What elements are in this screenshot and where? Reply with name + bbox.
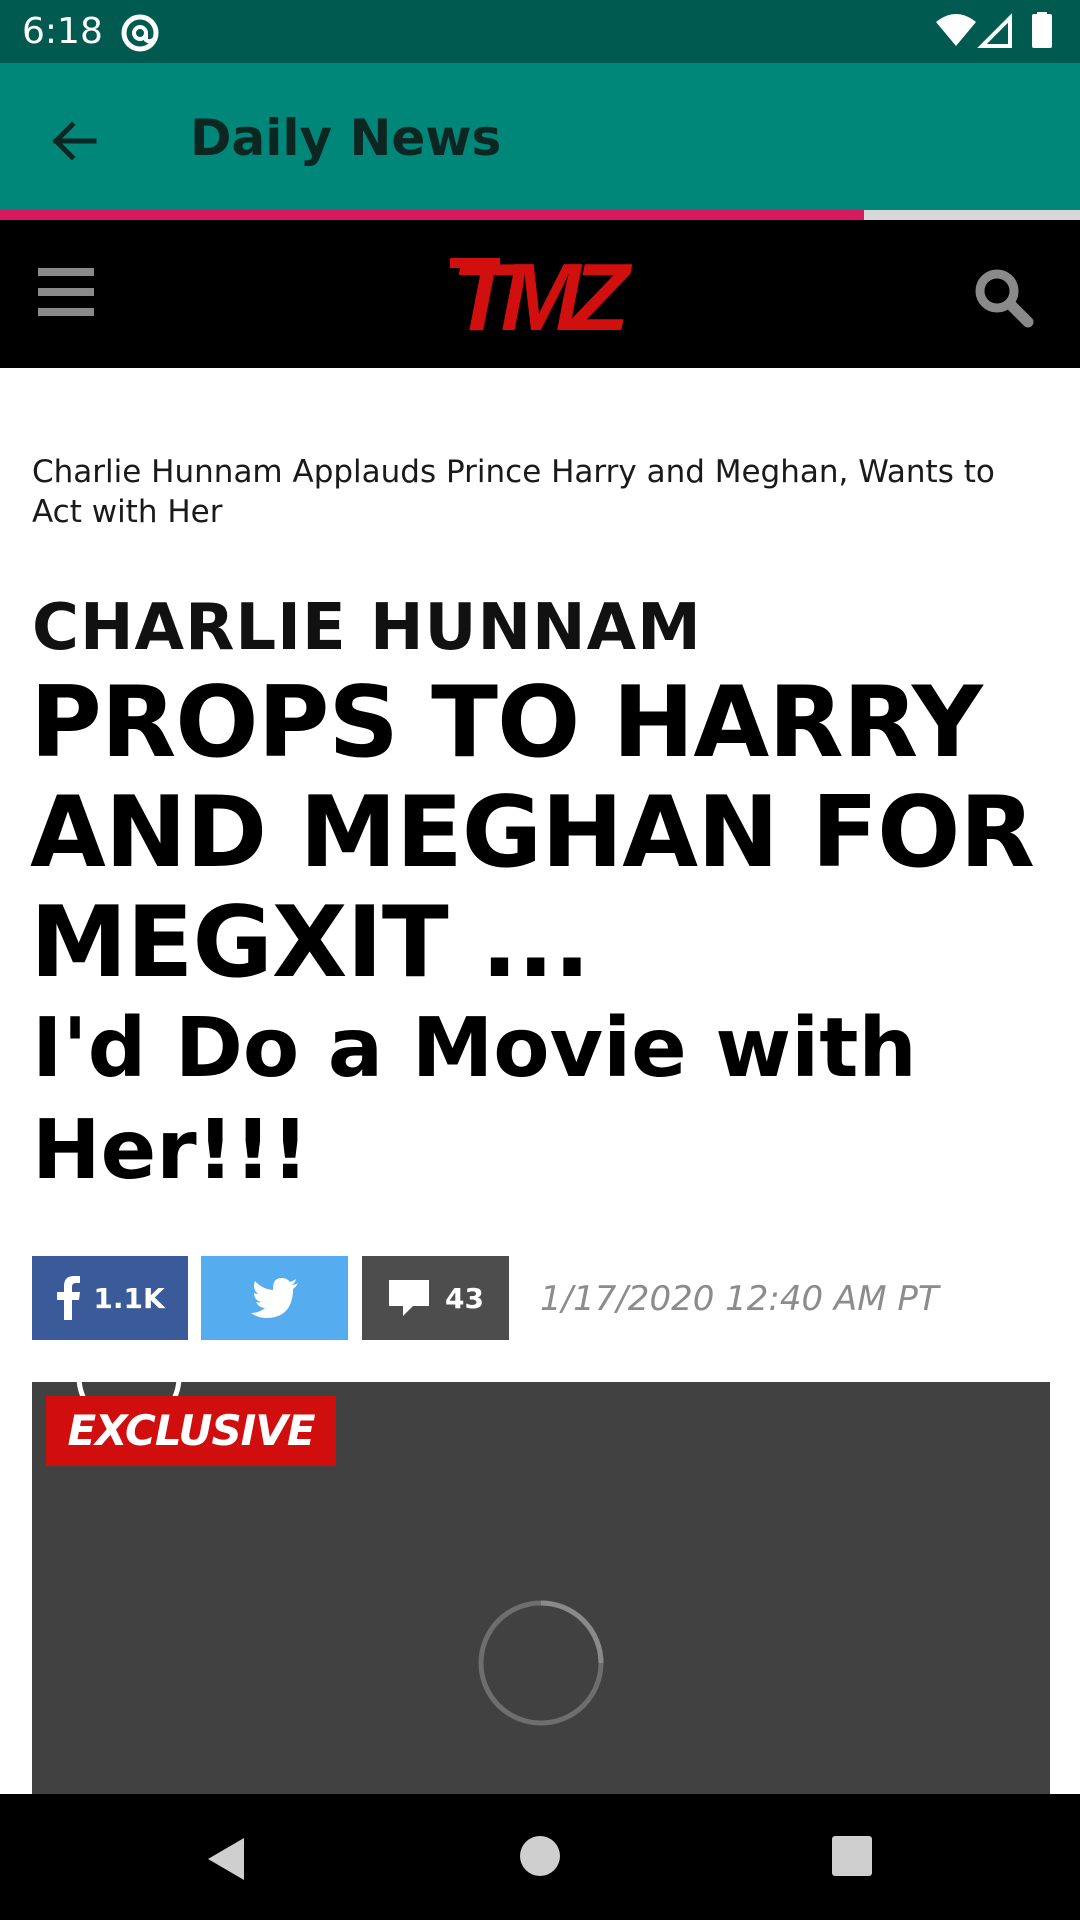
app-bar: Daily News (0, 63, 1080, 211)
headline-main: PROPS TO HARRY AND MEGHAN FOR MEGXIT ... (30, 666, 1035, 1000)
site-header: TMZ (0, 220, 1080, 368)
twitter-share-button[interactable] (201, 1256, 348, 1340)
comments-count: 43 (445, 1281, 484, 1315)
arrow-back-icon[interactable] (38, 105, 110, 177)
search-icon[interactable] (972, 266, 1034, 328)
at-sign-icon (121, 14, 159, 52)
battery-icon (1032, 14, 1052, 48)
article-timestamp: 1/17/2020 12:40 AM PT (540, 1279, 939, 1319)
nav-home-icon[interactable] (520, 1836, 560, 1876)
headline-sub: I'd Do a Movie with Her!!! (32, 1001, 917, 1198)
comments-button[interactable]: 43 (362, 1256, 509, 1340)
facebook-icon (57, 1276, 81, 1320)
system-nav-bar (0, 1794, 1080, 1920)
hamburger-menu-icon[interactable] (38, 268, 100, 322)
video-player[interactable]: EXCLUSIVE (32, 1382, 1050, 1794)
page-load-progress (0, 210, 1080, 220)
status-icons (936, 12, 1052, 48)
nav-back-icon[interactable] (204, 1836, 250, 1882)
page-load-progress-fill (0, 210, 864, 220)
facebook-share-count: 1.1K (93, 1281, 165, 1315)
headline-name: CHARLIE HUNNAM (32, 591, 702, 665)
status-bar: 6:18 (0, 0, 1080, 63)
exclusive-badge: EXCLUSIVE (46, 1396, 336, 1466)
wifi-icon (936, 14, 976, 46)
tmz-logo[interactable]: TMZ (448, 256, 634, 334)
twitter-icon (250, 1278, 298, 1318)
comment-icon (389, 1280, 430, 1316)
facebook-share-button[interactable]: 1.1K (32, 1256, 188, 1340)
nav-recents-icon[interactable] (832, 1836, 872, 1876)
cell-signal-icon (977, 13, 1012, 48)
status-time: 6:18 (22, 11, 103, 52)
loading-spinner-icon (478, 1600, 604, 1726)
article-kicker: Charlie Hunnam Applauds Prince Harry and… (32, 454, 995, 530)
app-bar-title: Daily News (190, 109, 502, 167)
